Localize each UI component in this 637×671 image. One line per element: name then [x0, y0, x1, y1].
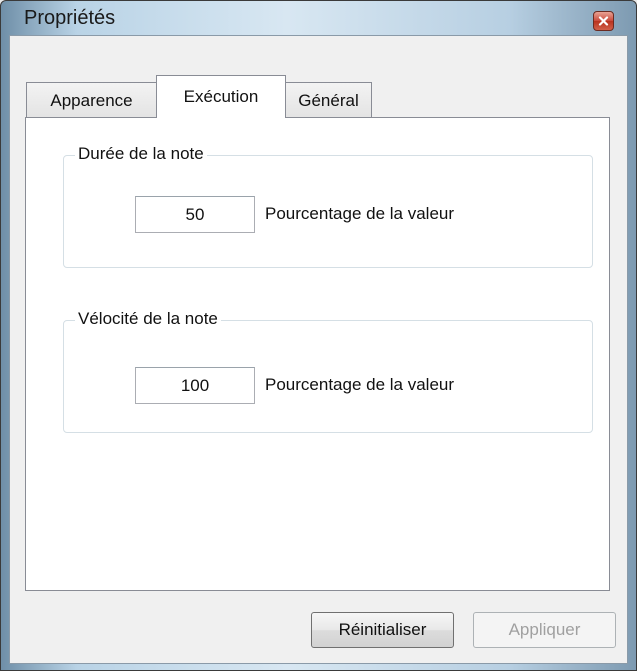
group-title-velocity: Vélocité de la note: [75, 309, 221, 329]
duration-input[interactable]: 50: [135, 196, 255, 233]
tab-label: Exécution: [183, 87, 259, 106]
properties-dialog: Propriétés Apparence Exécution Général D…: [0, 0, 637, 671]
tab-label: Apparence: [50, 90, 133, 110]
group-note-duration: Durée de la note 50 Pourcentage de la va…: [63, 144, 593, 268]
reset-button[interactable]: Réinitialiser: [311, 612, 454, 648]
group-note-velocity: Vélocité de la note 100 Pourcentage de l…: [63, 309, 593, 433]
tab-execution[interactable]: Exécution: [156, 75, 286, 118]
tab-panel-execution: Durée de la note 50 Pourcentage de la va…: [25, 117, 610, 591]
velocity-input[interactable]: 100: [135, 367, 255, 404]
title-bar[interactable]: Propriétés: [1, 1, 636, 35]
tab-apparence[interactable]: Apparence: [26, 82, 157, 118]
close-button[interactable]: [593, 11, 614, 31]
group-title-duration: Durée de la note: [75, 144, 207, 164]
tab-label: Général: [298, 90, 359, 110]
tab-general[interactable]: Général: [285, 82, 372, 118]
apply-button[interactable]: Appliquer: [473, 612, 616, 648]
close-icon: [598, 16, 609, 26]
window-title: Propriétés: [24, 7, 116, 29]
duration-unit-label: Pourcentage de la valeur: [265, 204, 455, 223]
velocity-unit-label: Pourcentage de la valeur: [265, 375, 455, 394]
